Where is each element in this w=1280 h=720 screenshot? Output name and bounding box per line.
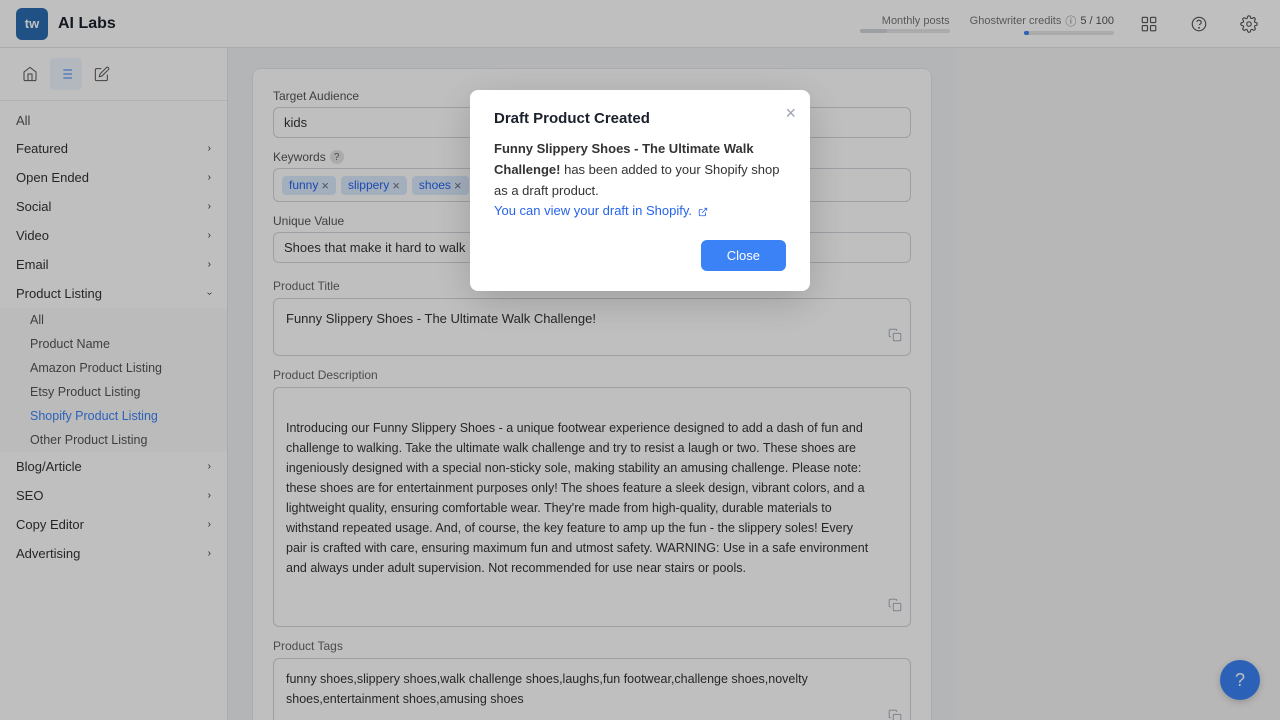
modal-close-button[interactable]: Close bbox=[701, 240, 786, 271]
modal-close-x[interactable]: × bbox=[785, 104, 796, 122]
modal-overlay: Draft Product Created × Funny Slippery S… bbox=[0, 0, 1280, 720]
draft-product-modal: Draft Product Created × Funny Slippery S… bbox=[470, 90, 810, 291]
modal-title: Draft Product Created bbox=[494, 110, 786, 127]
modal-view-draft-link[interactable]: You can view your draft in Shopify. bbox=[494, 203, 708, 218]
modal-body: Funny Slippery Shoes - The Ultimate Walk… bbox=[494, 139, 786, 222]
